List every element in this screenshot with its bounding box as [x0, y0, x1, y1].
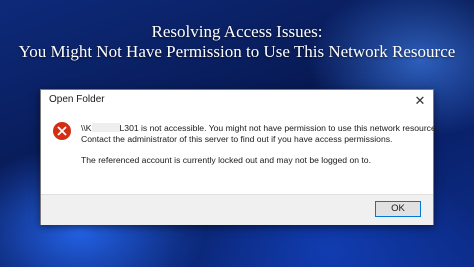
error-message-line2: Contact the administrator of this server… [81, 134, 393, 144]
error-message-line1: \\K L301 is not accessible. You might not… [81, 123, 438, 134]
network-path-prefix: \\K [81, 123, 92, 133]
open-folder-dialog: Open Folder ✕ \\K L301 is not accessible.… [40, 89, 438, 225]
dialog-caption: Open Folder [49, 94, 105, 105]
network-path-suffix: L301 is not accessible. You might not ha… [119, 123, 439, 133]
close-icon[interactable]: ✕ [411, 92, 429, 110]
overlay-title-line1: Resolving Access Issues: [151, 22, 323, 41]
redacted-path-segment [91, 123, 120, 132]
error-icon [53, 122, 71, 140]
overlay-title-line2: You Might Not Have Permission to Use Thi… [18, 42, 456, 61]
dialog-content: \\K L301 is not accessible. You might not… [41, 112, 438, 194]
dialog-titlebar[interactable]: Open Folder ✕ [41, 90, 433, 112]
error-message-line3: The referenced account is currently lock… [81, 155, 371, 165]
dialog-footer: OK [41, 194, 433, 225]
ok-button[interactable]: OK [375, 201, 421, 217]
